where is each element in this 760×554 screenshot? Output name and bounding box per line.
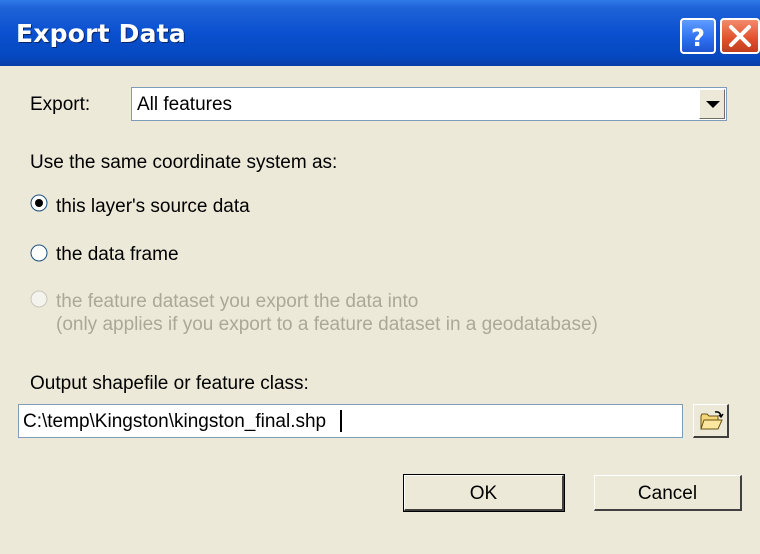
radio-source-data[interactable] <box>30 194 48 212</box>
output-label: Output shapefile or feature class: <box>30 373 309 394</box>
open-folder-icon <box>700 411 724 430</box>
feature-dataset-note: (only applies if you export to a feature… <box>56 314 598 335</box>
cancel-button[interactable]: Cancel <box>594 475 742 511</box>
ok-button-label: OK <box>469 483 498 504</box>
radio-label-data-frame: the data frame <box>56 244 179 265</box>
export-selected-value: All features <box>137 94 233 115</box>
help-button[interactable]: ? <box>680 18 716 54</box>
export-data-dialog: Export Data ? Export: All features Use t… <box>0 0 760 554</box>
radio-label-source-data: this layer's source data <box>56 196 250 217</box>
export-label: Export: <box>30 94 91 115</box>
export-dropdown-button[interactable] <box>699 89 725 119</box>
close-icon <box>729 25 751 47</box>
cancel-button-label: Cancel <box>637 483 698 504</box>
radio-label-feature-dataset: the feature dataset you export the data … <box>56 291 419 312</box>
title-bar[interactable]: Export Data ? <box>0 0 760 66</box>
output-path-input[interactable]: C:\temp\Kingston\kingston_final.shp <box>18 404 683 438</box>
output-path-value: C:\temp\Kingston\kingston_final.shp <box>23 411 327 432</box>
coordinate-system-heading: Use the same coordinate system as: <box>30 152 338 173</box>
chevron-down-icon <box>706 101 720 108</box>
radio-feature-dataset <box>30 290 48 308</box>
radio-data-frame[interactable] <box>30 244 48 262</box>
export-select[interactable]: All features <box>131 87 727 121</box>
window-title: Export Data <box>16 19 186 48</box>
text-caret <box>340 410 342 432</box>
ok-button[interactable]: OK <box>403 474 565 512</box>
close-button[interactable] <box>720 18 760 54</box>
browse-button[interactable] <box>693 404 729 438</box>
help-icon: ? <box>691 24 705 52</box>
svg-text:?: ? <box>691 24 705 52</box>
